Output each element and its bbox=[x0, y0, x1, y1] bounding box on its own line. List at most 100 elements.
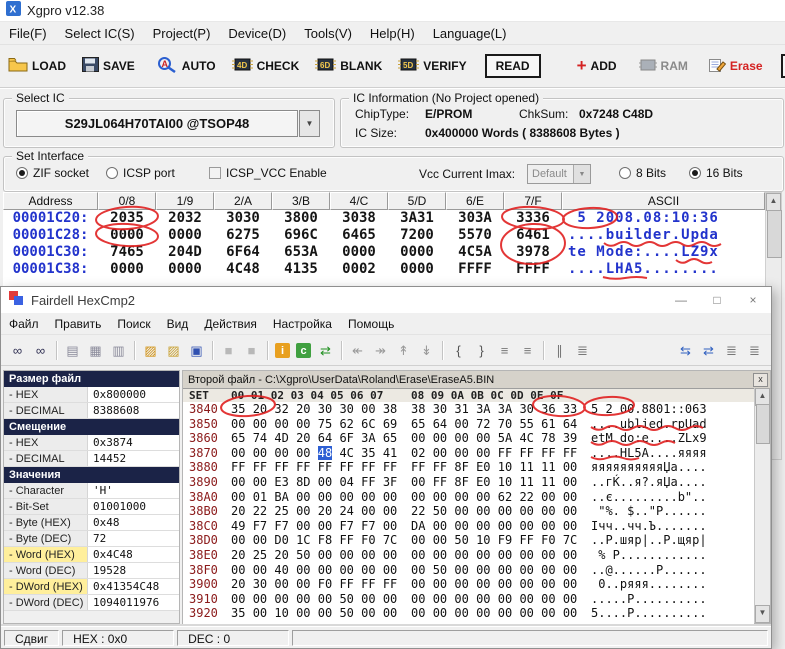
hexcmp-byte[interactable]: 00 bbox=[383, 606, 397, 620]
hexcmp-byte[interactable]: 00 bbox=[476, 548, 490, 562]
hexcmp-byte[interactable]: 00 bbox=[541, 548, 555, 562]
hex-word[interactable]: 0000 bbox=[156, 227, 214, 244]
hexcmp-byte[interactable]: FF bbox=[361, 460, 375, 474]
hexcmp-byte[interactable]: 35 bbox=[231, 606, 245, 620]
hexcmp-byte[interactable]: FF bbox=[411, 460, 425, 474]
hexcmp-byte[interactable]: 50 bbox=[433, 563, 447, 577]
hex-word[interactable]: 696C bbox=[272, 227, 330, 244]
hexcmp-byte[interactable]: FF bbox=[318, 460, 332, 474]
hexcmp-menu-item[interactable]: Помощь bbox=[340, 317, 402, 331]
hexcmp-byte[interactable]: 11 bbox=[541, 460, 555, 474]
hexcmp-byte[interactable]: 00 bbox=[411, 475, 425, 489]
hexcmp-byte[interactable]: 65 bbox=[231, 431, 245, 445]
hex-word[interactable]: 0000 bbox=[156, 261, 214, 278]
open-first-file-icon[interactable]: ▨ bbox=[140, 340, 161, 361]
layout-split-icon[interactable]: ∥ bbox=[549, 340, 570, 361]
hexcmp-byte[interactable]: 00 bbox=[296, 490, 310, 504]
hexcmp-byte[interactable]: 30 bbox=[253, 577, 267, 591]
hexcmp-byte[interactable]: 22 bbox=[411, 504, 425, 518]
scrollbar-thumb[interactable] bbox=[767, 210, 782, 258]
hex-word[interactable]: 0000 bbox=[98, 227, 156, 244]
hexcmp-byte[interactable]: 00 bbox=[454, 563, 468, 577]
xgpro-menu-item[interactable]: Tools(V) bbox=[295, 26, 361, 41]
hexcmp-byte[interactable]: FF bbox=[563, 446, 577, 460]
hexcmp-byte[interactable]: 00 bbox=[411, 606, 425, 620]
check-button[interactable]: 4D CHECK bbox=[232, 57, 300, 75]
hex-column-header-cell[interactable]: 3/B bbox=[272, 192, 330, 210]
zif-socket-radio[interactable]: ZIF socket bbox=[16, 166, 89, 180]
blank-button[interactable]: 6D BLANK bbox=[315, 57, 382, 75]
hexcmp-row[interactable]: 38A000 01 BA 00 00 00 00 00 00 00 00 00 … bbox=[183, 490, 754, 505]
xgpro-titlebar[interactable]: X Xgpro v12.38 bbox=[0, 0, 785, 22]
load-button[interactable]: LOAD bbox=[8, 57, 66, 75]
hexcmp-byte[interactable]: 00 bbox=[318, 606, 332, 620]
hexcmp-byte[interactable]: 00 bbox=[454, 519, 468, 533]
hexcmp-byte[interactable]: 10 bbox=[498, 460, 512, 474]
hexcmp-byte[interactable]: 00 bbox=[519, 606, 533, 620]
hex-row[interactable]: 00001C30:7465204D6F64653A000000004C5A397… bbox=[3, 244, 765, 261]
hexcmp-row[interactable]: 38C049 F7 F7 00 00 F7 F7 00 DA 00 00 00 … bbox=[183, 519, 754, 534]
hexcmp-byte[interactable]: 00 bbox=[296, 577, 310, 591]
hex-word[interactable]: FFFF bbox=[504, 261, 562, 278]
compare-panel-icon[interactable]: c bbox=[296, 343, 311, 358]
hexcmp-byte[interactable]: F0 bbox=[361, 533, 375, 547]
hexcmp-byte[interactable]: 00 bbox=[563, 460, 577, 474]
hexcmp-byte[interactable]: 00 bbox=[318, 548, 332, 562]
hexcmp-byte[interactable]: 4C bbox=[519, 431, 533, 445]
hex-column-header-cell[interactable]: 5/D bbox=[388, 192, 446, 210]
hexcmp-menu-item[interactable]: Действия bbox=[196, 317, 265, 331]
hexcmp-byte[interactable]: F7 bbox=[274, 519, 288, 533]
hexcmp-row[interactable]: 38B020 22 25 00 20 24 00 00 22 50 00 00 … bbox=[183, 504, 754, 519]
hex-column-header-cell[interactable]: ASCII bbox=[562, 192, 765, 210]
hexcmp-byte[interactable]: 00 bbox=[454, 446, 468, 460]
hexcmp-byte[interactable]: 78 bbox=[541, 431, 555, 445]
hexcmp-byte[interactable]: 00 bbox=[498, 563, 512, 577]
hexcmp-byte[interactable]: 72 bbox=[476, 417, 490, 431]
xgpro-menu-item[interactable]: Select IC(S) bbox=[56, 26, 144, 41]
hexcmp-byte[interactable]: 48 bbox=[318, 446, 332, 460]
hexcmp-menu-item[interactable]: Поиск bbox=[109, 317, 158, 331]
hexcmp-byte[interactable]: FF bbox=[339, 533, 353, 547]
prev-diff-icon[interactable]: ↞ bbox=[347, 340, 368, 361]
hexcmp-byte[interactable]: 00 bbox=[498, 548, 512, 562]
hexcmp-byte[interactable]: 00 bbox=[563, 504, 577, 518]
hexcmp-byte[interactable]: 11 bbox=[519, 460, 533, 474]
hexcmp-byte[interactable]: 00 bbox=[476, 592, 490, 606]
list-two-icon[interactable]: ≣ bbox=[744, 340, 765, 361]
hexcmp-row[interactable]: 389000 00 E3 8D 00 04 FF 3F 00 FF 8F E0 … bbox=[183, 475, 754, 490]
hexcmp-menu-item[interactable]: Править bbox=[47, 317, 110, 331]
hexcmp-byte[interactable]: 00 bbox=[454, 490, 468, 504]
hex-word[interactable]: 204D bbox=[156, 244, 214, 261]
hex-word[interactable]: 6275 bbox=[214, 227, 272, 244]
first-diff-icon[interactable]: ↟ bbox=[393, 340, 414, 361]
read-button[interactable]: READ bbox=[485, 54, 541, 78]
hexcmp-byte[interactable]: 00 bbox=[296, 606, 310, 620]
hexcmp-byte[interactable]: FF bbox=[339, 460, 353, 474]
hex-scrollbar[interactable]: ▲ ▼ bbox=[754, 388, 770, 623]
save-button[interactable]: SAVE bbox=[82, 57, 135, 75]
hexcmp-byte[interactable]: 00 bbox=[563, 475, 577, 489]
icsp-port-radio[interactable]: ICSP port bbox=[106, 166, 175, 180]
ram-button[interactable]: RAM bbox=[639, 58, 688, 75]
hexcmp-byte[interactable]: 00 bbox=[361, 548, 375, 562]
hexcmp-byte[interactable]: 00 bbox=[296, 592, 310, 606]
hex-row[interactable]: 00001C28:000000006275696C646572005570646… bbox=[3, 227, 765, 244]
hexcmp-byte[interactable]: 00 bbox=[339, 548, 353, 562]
hexcmp-byte[interactable]: FF bbox=[339, 577, 353, 591]
hexcmp-byte[interactable]: FF bbox=[361, 475, 375, 489]
hexcmp-menu-item[interactable]: Файл bbox=[1, 317, 47, 331]
hexcmp-byte[interactable]: 02 bbox=[411, 446, 425, 460]
chip-select-button[interactable]: S29JL064H70TAI00 @TSOP48 bbox=[16, 110, 298, 137]
hexcmp-byte[interactable]: 55 bbox=[519, 417, 533, 431]
hexcmp-row[interactable]: 3880FF FF FF FF FF FF FF FF FF FF 8F E0 … bbox=[183, 460, 754, 475]
goto-left-brace-icon[interactable]: { bbox=[448, 340, 469, 361]
hexcmp-byte[interactable]: 00 bbox=[253, 592, 267, 606]
hex-rows[interactable]: 384035 20 32 20 30 30 00 38 38 30 31 3A … bbox=[183, 402, 754, 624]
hexcmp-byte[interactable]: 00 bbox=[296, 563, 310, 577]
erase-button[interactable]: Erase bbox=[708, 57, 763, 76]
hexcmp-byte[interactable]: 30 bbox=[339, 402, 353, 416]
hexcmp-byte[interactable]: 4D bbox=[274, 431, 288, 445]
window-cascade-icon[interactable]: ▦ bbox=[85, 340, 106, 361]
hex-row[interactable]: 00001C20:203520323030380030383A31303A333… bbox=[3, 210, 765, 227]
hexcmp-byte[interactable]: 00 bbox=[433, 533, 447, 547]
